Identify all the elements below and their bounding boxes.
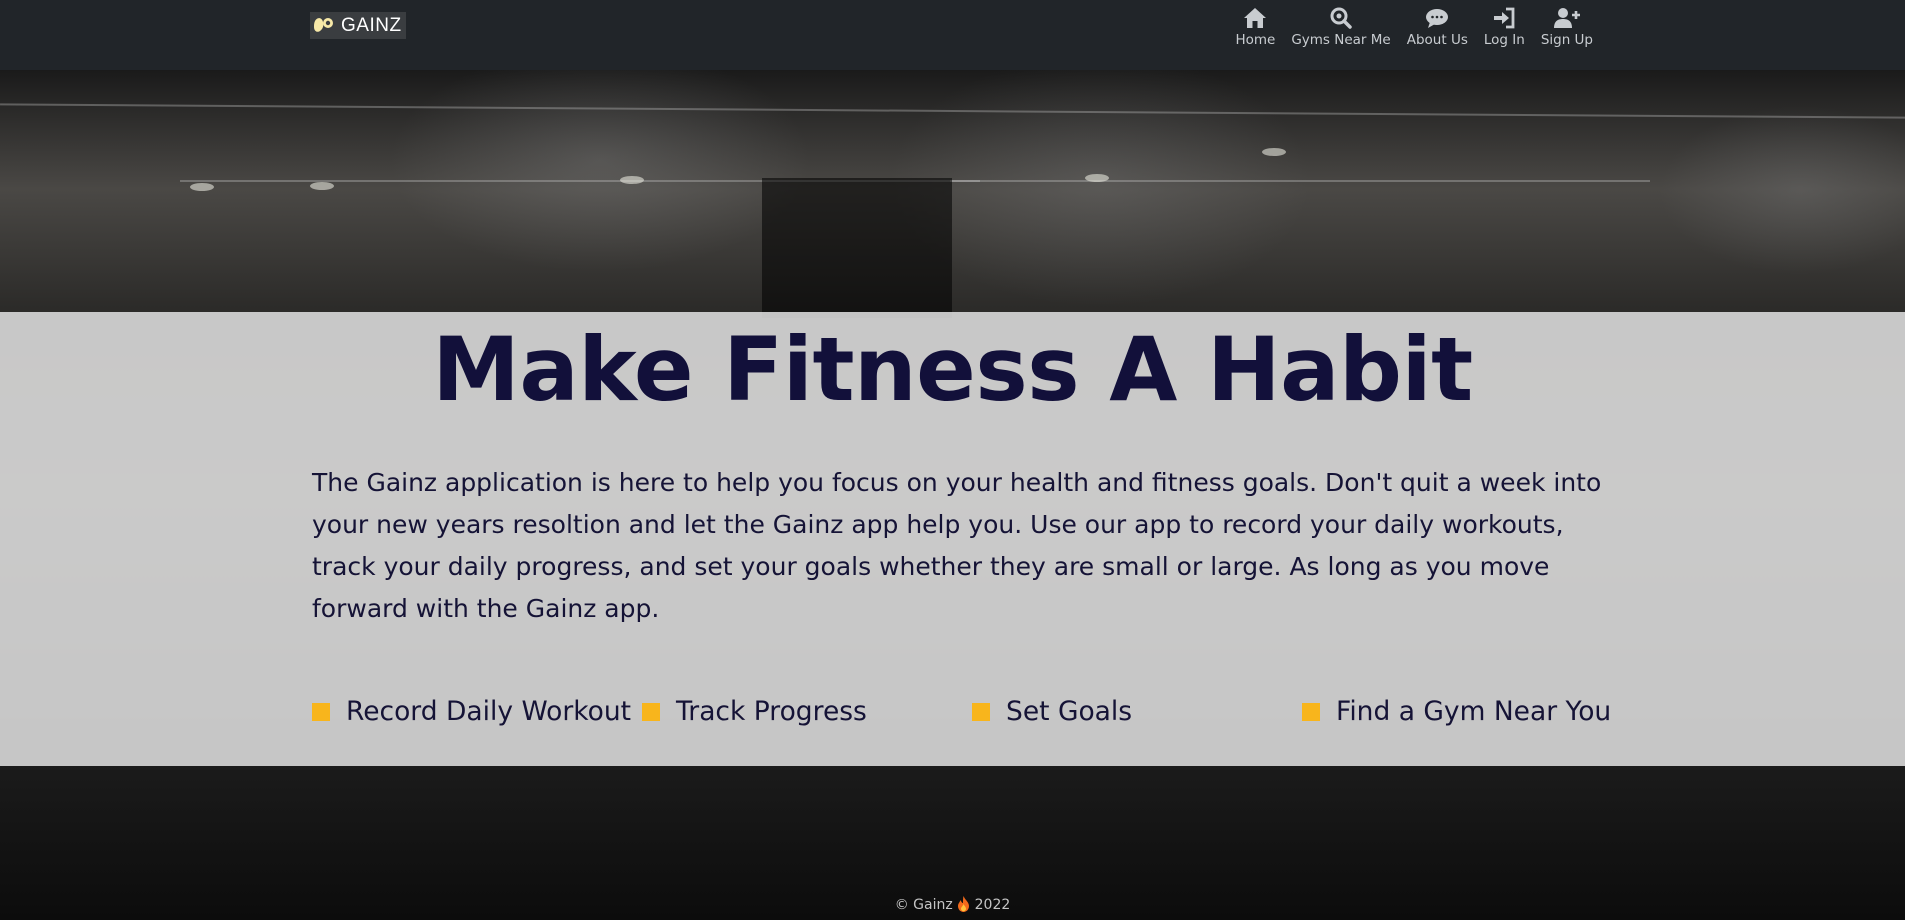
feature-item-track-progress: Track Progress — [642, 696, 867, 727]
feature-label: Track Progress — [676, 696, 867, 727]
brand-name: GAINZ — [341, 14, 402, 36]
feature-label: Find a Gym Near You — [1336, 696, 1612, 727]
feature-item-set-goals: Set Goals — [972, 696, 1132, 727]
nav-item-gyms-near-me[interactable]: Gyms Near Me — [1291, 4, 1391, 48]
brand-logo[interactable]: GAINZ — [310, 12, 406, 39]
nav-label-about-us: About Us — [1406, 32, 1468, 48]
search-location-icon — [1329, 4, 1353, 32]
nav-item-sign-up[interactable]: Sign Up — [1541, 4, 1593, 48]
nav-label-sign-up: Sign Up — [1540, 32, 1593, 48]
nav-label-home: Home — [1235, 32, 1276, 48]
nav-label-gyms-near-me: Gyms Near Me — [1291, 32, 1391, 48]
flexing-arm-icon — [314, 17, 333, 32]
bullet-square-icon — [312, 702, 330, 721]
bullet-square-icon — [972, 702, 990, 721]
feature-label: Record Daily Workout — [346, 696, 632, 727]
navbar: GAINZ Home Gyms Near Me About Us Log In — [0, 0, 1905, 70]
feature-label: Set Goals — [1006, 696, 1133, 727]
nav-item-log-in[interactable]: Log In — [1484, 4, 1525, 48]
bullet-square-icon — [1302, 702, 1320, 721]
nav-item-about-us[interactable]: About Us — [1407, 4, 1468, 48]
bullet-square-icon — [642, 702, 660, 721]
nav-label-log-in: Log In — [1483, 32, 1525, 48]
login-icon — [1492, 4, 1516, 32]
feature-item-record-daily-workout: Record Daily Workout — [312, 696, 631, 727]
hero-title: Make Fitness A Habit — [432, 318, 1473, 421]
footer-year: 2022 — [974, 897, 1011, 913]
footer: © Gainz 2022 — [0, 896, 1905, 917]
main-nav: Home Gyms Near Me About Us Log In Sign U… — [1235, 4, 1593, 64]
footer-copyright: © Gainz — [894, 897, 953, 913]
home-icon — [1243, 4, 1267, 32]
chat-bubble-icon — [1425, 4, 1449, 32]
flame-icon — [957, 896, 970, 917]
feature-item-find-a-gym: Find a Gym Near You — [1302, 696, 1611, 727]
nav-item-home[interactable]: Home — [1235, 4, 1275, 48]
user-plus-icon — [1553, 4, 1581, 32]
hero-intro-text: The Gainz application is here to help yo… — [312, 468, 1602, 623]
feature-list: Record Daily Workout Track Progress Set … — [312, 696, 1642, 736]
